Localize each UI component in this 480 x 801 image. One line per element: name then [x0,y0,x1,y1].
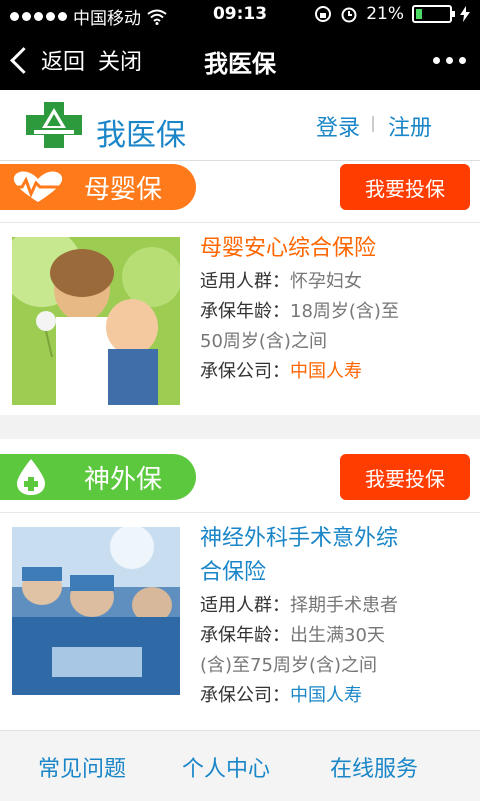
personal-center-link[interactable]: 个人中心 [182,751,270,783]
age-value: 出生满30天 [290,625,385,646]
company-value: 中国人寿 [290,361,362,382]
section-tag-neurosurgery: 神外保 [0,454,196,500]
page-title: 我医保 [204,50,276,78]
faq-link[interactable]: 常见问题 [38,751,126,783]
age-label: 承保年龄： [200,301,290,322]
product-card-neurosurgery[interactable]: 神经外科手术意外综 合保险 适用人群：择期手术患者 承保年龄：出生满30天 (含… [0,513,480,725]
product-title[interactable]: 神经外科手术意外综 [200,523,470,555]
logo-icon [26,102,82,148]
age-value-continued: (含)至75周岁(含)之间 [200,655,377,676]
age-row-continued: (含)至75周岁(含)之间 [200,651,470,681]
company-label: 承保公司： [200,361,290,382]
section-tag-label: 神外保 [84,464,163,495]
online-service-link[interactable]: 在线服务 [330,751,418,783]
drop-plus-icon [17,459,45,495]
section-tag-label: 母婴保 [84,174,163,205]
more-menu-button[interactable] [433,57,466,64]
age-value-continued: 50周岁(含)之间 [200,331,327,352]
company-row: 承保公司：中国人寿 [200,681,470,711]
login-link[interactable]: 登录 [316,110,360,142]
brand-name: 我医保 [96,118,186,153]
age-value: 18周岁(含)至 [290,301,399,322]
rotation-lock-icon [315,6,332,22]
company-label: 承保公司： [200,685,290,706]
company-row: 承保公司：中国人寿 [200,357,470,387]
status-bar: 中国移动 09:13 21% [0,0,480,30]
register-link[interactable]: 注册 [388,110,432,142]
section-tag-maternity: 母婴保 [0,164,196,210]
age-row: 承保年龄：出生满30天 [200,621,470,651]
product-image-surgery [12,527,180,695]
footer-nav: 常见问题 个人中心 在线服务 [0,730,480,801]
site-header: 我医保 登录 注册 [0,90,480,161]
battery-percent: 21% [366,4,404,24]
population-value: 怀孕妇女 [290,271,362,292]
product-title[interactable]: 母婴安心综合保险 [200,233,470,265]
product-card-maternity[interactable]: 母婴安心综合保险 适用人群：怀孕妇女 承保年龄：18周岁(含)至 50周岁(含)… [0,223,480,415]
population-row: 适用人群：择期手术患者 [200,591,470,621]
alarm-icon [341,7,357,23]
company-value: 中国人寿 [290,685,362,706]
divider [372,116,374,132]
product-image-mother-baby [12,237,180,405]
population-row: 适用人群：怀孕妇女 [200,267,470,297]
population-label: 适用人群： [200,595,290,616]
product-title-continued[interactable]: 合保险 [200,557,470,589]
nav-bar: 返回 关闭 我医保 [0,30,480,90]
age-row-continued: 50周岁(含)之间 [200,327,470,357]
battery-icon [412,5,455,23]
buy-insurance-button[interactable]: 我要投保 [340,454,470,500]
population-value: 择期手术患者 [290,595,398,616]
section-divider [0,415,480,439]
age-row: 承保年龄：18周岁(含)至 [200,297,470,327]
heart-pulse-icon [8,171,68,202]
more-icon [433,57,440,64]
buy-insurance-button[interactable]: 我要投保 [340,164,470,210]
charging-icon [460,6,470,22]
population-label: 适用人群： [200,271,290,292]
age-label: 承保年龄： [200,625,290,646]
